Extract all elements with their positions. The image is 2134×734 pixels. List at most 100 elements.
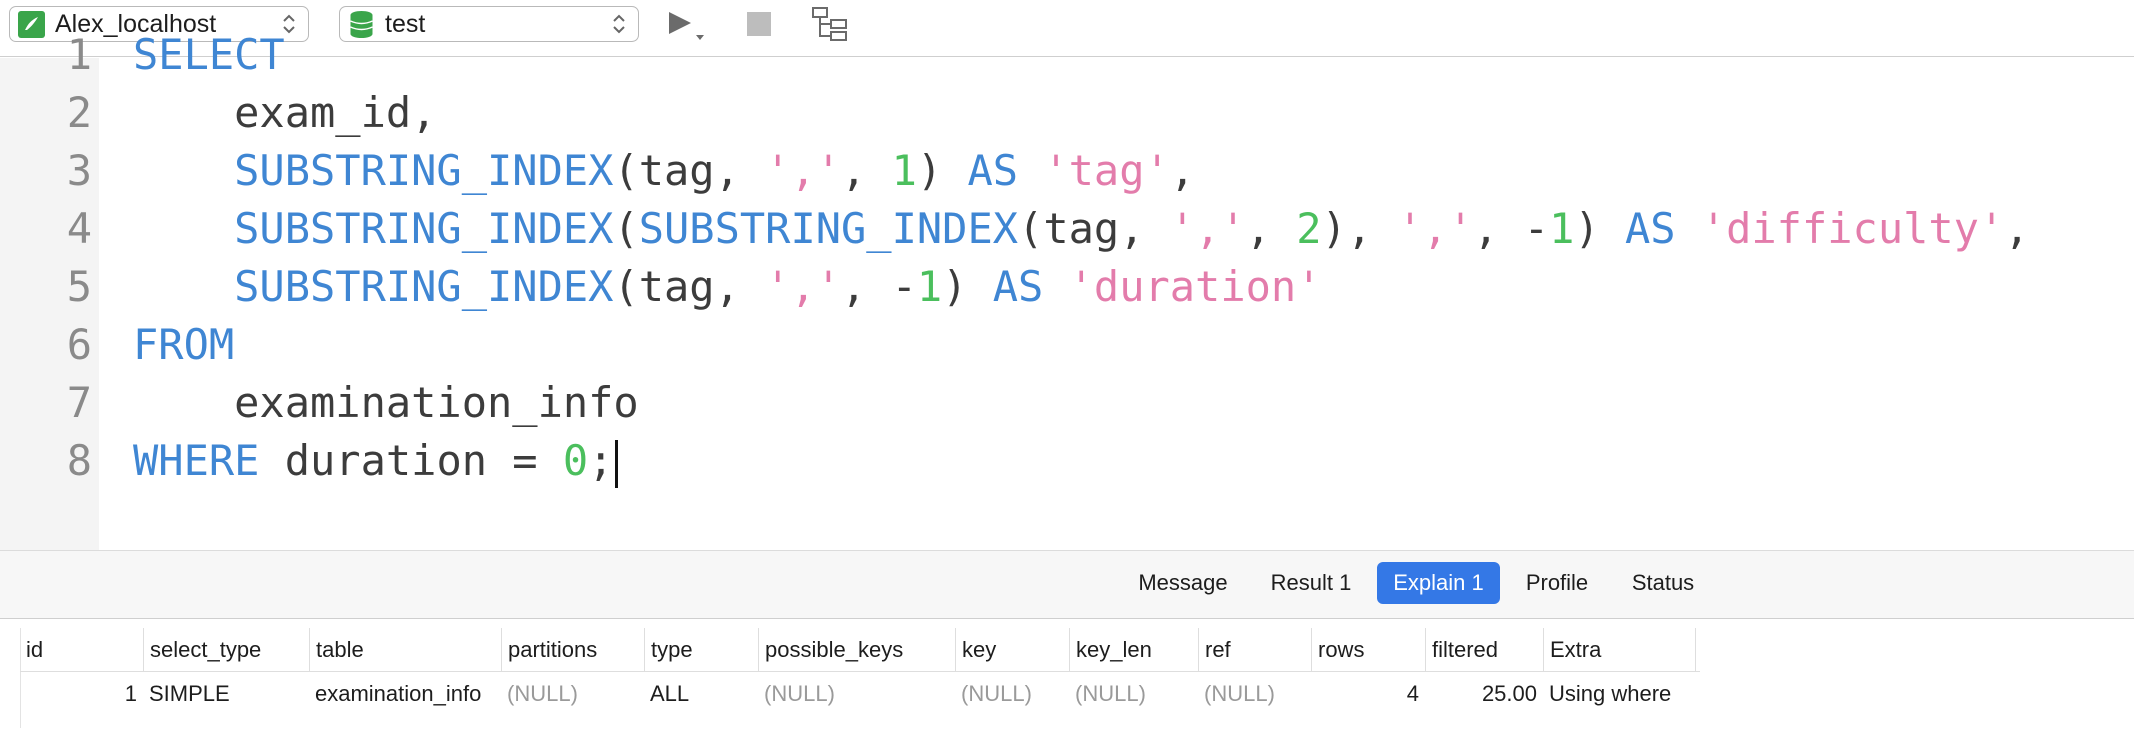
result-tabbar: Message Result 1 Explain 1 Profile Statu… bbox=[0, 550, 2134, 619]
sql-keyword: SUBSTRING_INDEX bbox=[133, 146, 614, 195]
sql-string: ',' bbox=[765, 262, 842, 311]
sql-text: examination_info bbox=[133, 378, 639, 427]
sql-keyword: AS bbox=[1624, 204, 1676, 253]
grid-header-row: id select_type table partitions type pos… bbox=[20, 628, 1700, 672]
sql-keyword: SUBSTRING_INDEX bbox=[638, 204, 1019, 253]
line-number: 6 bbox=[66, 320, 92, 369]
code-text[interactable]: exam_id, bbox=[133, 84, 436, 142]
sql-text: , - bbox=[1473, 204, 1550, 253]
tab-result-1[interactable]: Result 1 bbox=[1256, 562, 1366, 604]
sql-keyword: SUBSTRING_INDEX bbox=[133, 262, 614, 311]
line-number: 4 bbox=[66, 204, 92, 253]
code-line[interactable]: 7 examination_info bbox=[0, 374, 2134, 432]
column-header-key[interactable]: key bbox=[955, 628, 1069, 672]
sql-keyword: AS bbox=[992, 262, 1044, 311]
sql-editor[interactable]: 1 SELECT 2 exam_id, 3 SUBSTRING_INDEX(tag, … bbox=[0, 30, 2134, 550]
code-line[interactable]: 1 SELECT bbox=[0, 26, 2134, 84]
line-number: 2 bbox=[66, 88, 92, 137]
sql-keyword: AS bbox=[967, 146, 1019, 195]
code-line[interactable]: 3 SUBSTRING_INDEX(tag, ',', 1) AS 'tag', bbox=[0, 142, 2134, 200]
tab-explain-1[interactable]: Explain 1 bbox=[1377, 562, 1500, 604]
cell-key[interactable]: (NULL) bbox=[955, 672, 1069, 716]
sql-text: ( bbox=[613, 204, 639, 253]
sql-number: 1 bbox=[891, 146, 917, 195]
sql-text: ), bbox=[1321, 204, 1398, 253]
cell-extra[interactable]: Using where bbox=[1543, 672, 1696, 716]
cell-possible-keys[interactable]: (NULL) bbox=[758, 672, 955, 716]
tab-profile[interactable]: Profile bbox=[1511, 562, 1603, 604]
cell-select-type[interactable]: SIMPLE bbox=[143, 672, 309, 716]
tab-status[interactable]: Status bbox=[1617, 562, 1709, 604]
sql-keyword: WHERE bbox=[133, 436, 260, 485]
sql-text: (tag, bbox=[1018, 204, 1170, 253]
sql-string: ',' bbox=[765, 146, 842, 195]
code-text[interactable]: WHERE duration = 0; bbox=[133, 432, 619, 490]
column-header-partitions[interactable]: partitions bbox=[501, 628, 644, 672]
line-number: 5 bbox=[66, 262, 92, 311]
column-header-extra[interactable]: Extra bbox=[1543, 628, 1696, 672]
sql-number: 2 bbox=[1296, 204, 1322, 253]
line-number: 1 bbox=[66, 30, 92, 79]
code-text[interactable]: SUBSTRING_INDEX(SUBSTRING_INDEX(tag, ','… bbox=[133, 200, 2030, 258]
column-header-possible-keys[interactable]: possible_keys bbox=[758, 628, 955, 672]
sql-string: 'difficulty' bbox=[1700, 204, 2005, 253]
sql-text: , - bbox=[841, 262, 917, 311]
column-header-type[interactable]: type bbox=[644, 628, 758, 672]
column-header-table[interactable]: table bbox=[309, 628, 501, 672]
sql-text: ) bbox=[916, 146, 968, 195]
code-line[interactable]: 5 SUBSTRING_INDEX(tag, ',', -1) AS 'dura… bbox=[0, 258, 2134, 316]
sql-text: , bbox=[1169, 146, 1196, 195]
cell-rows[interactable]: 4 bbox=[1311, 672, 1425, 716]
cell-table[interactable]: examination_info bbox=[309, 672, 501, 716]
sql-string: 'tag' bbox=[1043, 146, 1170, 195]
code-text[interactable]: SUBSTRING_INDEX(tag, ',', 1) AS 'tag', bbox=[133, 142, 1195, 200]
tab-message[interactable]: Message bbox=[1122, 562, 1244, 604]
sql-number: 1 bbox=[1549, 204, 1575, 253]
sql-string: ',' bbox=[1397, 204, 1474, 253]
code-line[interactable]: 6 FROM bbox=[0, 316, 2134, 374]
cell-id[interactable]: 1 bbox=[20, 672, 143, 716]
code-text[interactable]: examination_info bbox=[133, 374, 639, 432]
cell-type[interactable]: ALL bbox=[644, 672, 758, 716]
sql-text: (tag, bbox=[613, 262, 766, 311]
sql-string: 'duration' bbox=[1068, 262, 1322, 311]
line-number: 7 bbox=[66, 378, 92, 427]
sql-text: , bbox=[841, 146, 892, 195]
column-header-id[interactable]: id bbox=[20, 628, 143, 672]
cell-ref[interactable]: (NULL) bbox=[1198, 672, 1311, 716]
sql-text: ) bbox=[1574, 204, 1625, 253]
code-line[interactable]: 4 SUBSTRING_INDEX(SUBSTRING_INDEX(tag, '… bbox=[0, 200, 2134, 258]
cell-partitions[interactable]: (NULL) bbox=[501, 672, 644, 716]
sql-keyword: SELECT bbox=[133, 30, 285, 79]
code-text[interactable]: SUBSTRING_INDEX(tag, ',', -1) AS 'durati… bbox=[133, 258, 1322, 316]
text-caret bbox=[615, 439, 619, 488]
line-number: 8 bbox=[66, 436, 92, 485]
sql-keyword: FROM bbox=[133, 320, 235, 369]
code-line[interactable]: 8 WHERE duration = 0; bbox=[0, 432, 2134, 490]
column-header-ref[interactable]: ref bbox=[1198, 628, 1311, 672]
column-header-select-type[interactable]: select_type bbox=[143, 628, 309, 672]
code-text[interactable]: SELECT bbox=[133, 26, 285, 84]
sql-text: duration = bbox=[259, 436, 563, 485]
column-header-rows[interactable]: rows bbox=[1311, 628, 1425, 672]
sql-text: , bbox=[2004, 204, 2030, 253]
cell-filtered[interactable]: 25.00 bbox=[1425, 672, 1543, 716]
code-line[interactable]: 2 exam_id, bbox=[0, 84, 2134, 142]
sql-text: ; bbox=[588, 436, 614, 485]
line-number: 3 bbox=[66, 146, 92, 195]
sql-number: 0 bbox=[562, 436, 589, 485]
table-row[interactable]: 1 SIMPLE examination_info (NULL) ALL (NU… bbox=[20, 672, 1700, 716]
sql-text: exam_id, bbox=[133, 88, 437, 137]
code-text[interactable]: FROM bbox=[133, 316, 234, 374]
sql-text: (tag, bbox=[613, 146, 766, 195]
sql-text: , bbox=[1245, 204, 1297, 253]
sql-text: ) bbox=[942, 262, 993, 311]
sql-string: ',' bbox=[1169, 204, 1246, 253]
column-header-filtered[interactable]: filtered bbox=[1425, 628, 1543, 672]
column-header-key-len[interactable]: key_len bbox=[1069, 628, 1198, 672]
cell-key-len[interactable]: (NULL) bbox=[1069, 672, 1198, 716]
sql-keyword: SUBSTRING_INDEX bbox=[133, 204, 614, 253]
